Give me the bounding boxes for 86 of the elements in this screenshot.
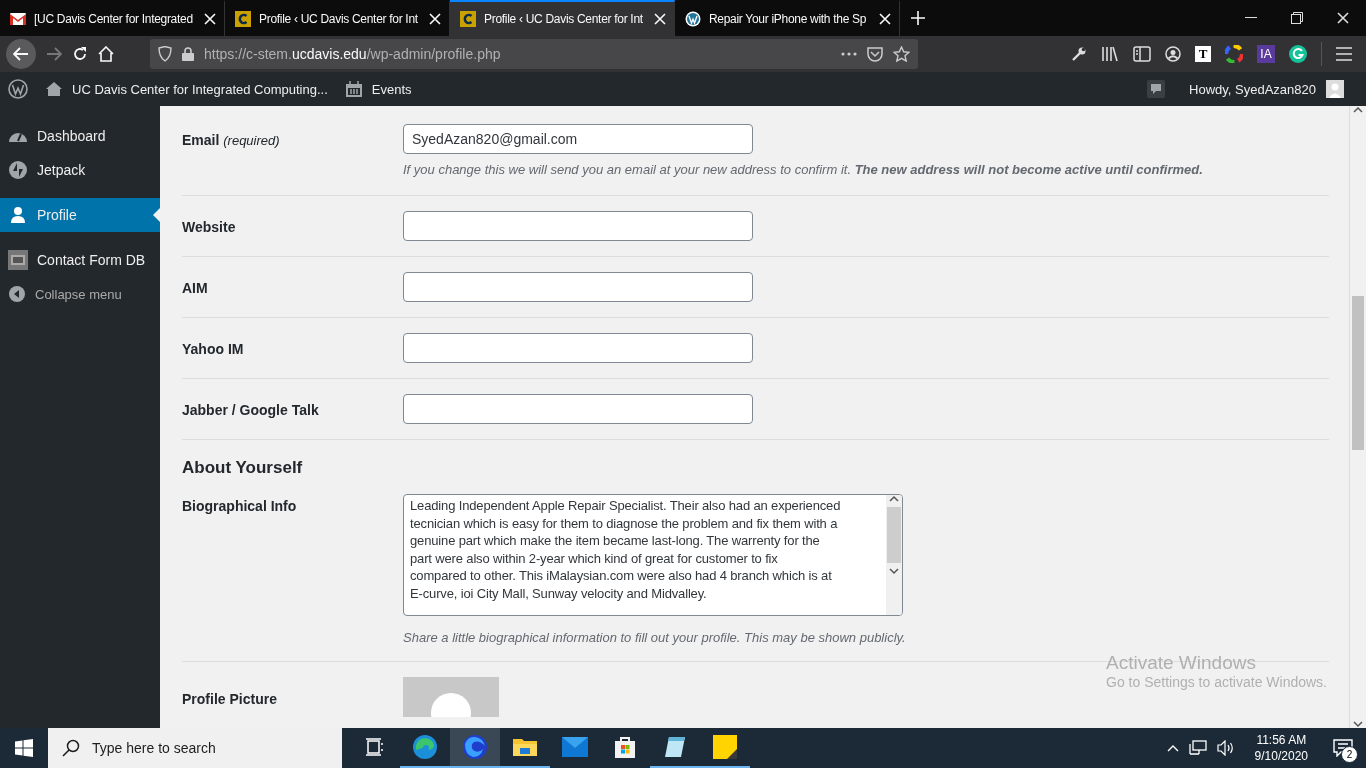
more-icon[interactable] — [841, 52, 857, 56]
bio-textarea[interactable]: Leading Independent Apple Repair Specialist. Their also had an experienced tecnician which is easy for them to diagnose the problem and fix them with a genuine part which make the item became last-long. The warrenty for the part were also within 2-year which kind of great for customer to fix compared to other. This iMalaysian.com were also had 4 branch which is at E-curve, ioi City Mall, Sunway velocity and Midvalley. — [403, 494, 903, 616]
color-wheel-icon[interactable] — [1225, 45, 1243, 63]
chevron-up-icon[interactable] — [1166, 744, 1179, 752]
wrench-icon[interactable] — [1071, 46, 1087, 62]
collapse-icon[interactable] — [8, 285, 26, 303]
taskbar-search[interactable]: Type here to search — [48, 728, 342, 768]
home-icon[interactable] — [46, 81, 62, 97]
scroll-up-icon[interactable] — [1353, 106, 1363, 114]
address-bar[interactable]: https://c-stem.ucdavis.edu/wp-admin/profile.php — [150, 39, 918, 69]
sidebar-item[interactable]: Jetpack — [0, 153, 160, 187]
sidebar-item[interactable]: Collapse menu — [0, 277, 160, 311]
field-label: Biographical Info — [182, 497, 298, 516]
calendar-icon[interactable] — [345, 81, 362, 97]
activation-message: Go to Settings to activate Windows. — [1106, 674, 1327, 690]
network-icon[interactable] — [1188, 740, 1207, 756]
jetpack-icon — [8, 160, 28, 180]
new-tab-icon[interactable] — [911, 11, 925, 25]
extension-button[interactable]: T — [1195, 46, 1211, 62]
text-field[interactable] — [403, 394, 753, 424]
firefox-icon[interactable] — [462, 734, 488, 760]
database-icon — [8, 250, 28, 270]
field-label: Jabber / Google Talk — [182, 401, 320, 420]
search-icon — [62, 739, 80, 757]
notepad-icon[interactable] — [663, 735, 687, 759]
library-icon[interactable] — [1101, 46, 1119, 62]
shield-icon[interactable] — [158, 46, 172, 62]
activation-title: Activate Windows — [1106, 652, 1257, 674]
extension-button[interactable]: IA — [1257, 45, 1275, 63]
edge-icon[interactable] — [412, 734, 438, 760]
wordpress-icon[interactable] — [8, 79, 28, 99]
sidebar-item[interactable]: Contact Form DB — [0, 243, 160, 277]
text-field[interactable] — [403, 211, 753, 241]
sidebar-icon[interactable] — [1133, 46, 1151, 62]
sidebar-item[interactable]: Profile — [0, 198, 160, 232]
close-icon[interactable] — [1337, 12, 1349, 24]
logo-icon — [460, 11, 476, 27]
section-heading: About Yourself — [182, 457, 304, 479]
notifications-button[interactable]: 2 — [1328, 733, 1358, 763]
folder-icon[interactable] — [512, 736, 538, 758]
comment-icon[interactable] — [1147, 80, 1166, 98]
field-label: Profile Picture — [182, 690, 278, 709]
sidebar-item[interactable]: Dashboard — [0, 119, 160, 153]
wordpress-icon — [685, 11, 701, 27]
minimize-icon[interactable] — [1245, 17, 1257, 19]
star-icon[interactable] — [893, 46, 910, 62]
account-icon[interactable] — [1165, 46, 1181, 62]
scrollbar-thumb[interactable] — [887, 507, 901, 563]
restore-icon[interactable] — [1291, 12, 1303, 24]
reload-icon[interactable] — [72, 46, 88, 62]
field-description: Share a little biographical information to fill out your profile. This may be shown publicly. — [403, 630, 907, 645]
grammar-icon[interactable] — [1289, 45, 1307, 63]
browser-tab[interactable]: Profile ‹ UC Davis Center for Int — [450, 0, 675, 36]
scroll-down-icon[interactable] — [889, 567, 899, 575]
windows-logo-icon — [15, 739, 33, 757]
lock-icon — [182, 47, 194, 61]
sticky-note-icon[interactable] — [713, 735, 737, 759]
store-icon[interactable] — [613, 735, 637, 759]
back-button[interactable] — [6, 39, 36, 69]
site-name-link[interactable]: UC Davis Center for Integrated Computing... — [72, 81, 328, 97]
menu-icon[interactable] — [1336, 47, 1352, 61]
user-icon — [8, 205, 28, 225]
account-link[interactable]: Howdy, SyedAzan820 — [1189, 81, 1316, 97]
clock-date: 9/10/2020 — [1254, 749, 1308, 763]
pocket-icon[interactable] — [867, 46, 883, 62]
field-label: Website — [182, 218, 237, 237]
field-label: Email (required) — [182, 131, 281, 150]
field-label: AIM — [182, 279, 209, 298]
clock-time: 11:56 AM — [1256, 733, 1307, 747]
volume-icon[interactable] — [1216, 740, 1235, 756]
scrollbar-thumb[interactable] — [1352, 296, 1364, 450]
task-view-icon[interactable] — [365, 738, 385, 756]
events-link[interactable]: Events — [371, 81, 412, 97]
search-placeholder: Type here to search — [92, 740, 216, 756]
mail-icon — [10, 13, 26, 25]
text-field[interactable]: SyedAzan820@gmail.com — [403, 124, 753, 154]
scroll-up-icon[interactable] — [889, 495, 899, 503]
field-description: If you change this we will send you an email at your new address to confirm it. The new address will not become active until confirmed. — [403, 162, 1204, 177]
field-label: Yahoo IM — [182, 340, 245, 359]
home-icon[interactable] — [98, 46, 114, 62]
text-field[interactable] — [403, 272, 753, 302]
back-arrow-icon — [13, 47, 29, 61]
logo-icon — [235, 11, 251, 27]
text-field[interactable] — [403, 333, 753, 363]
forward-icon[interactable] — [46, 47, 62, 61]
scroll-down-icon[interactable] — [1353, 720, 1363, 728]
